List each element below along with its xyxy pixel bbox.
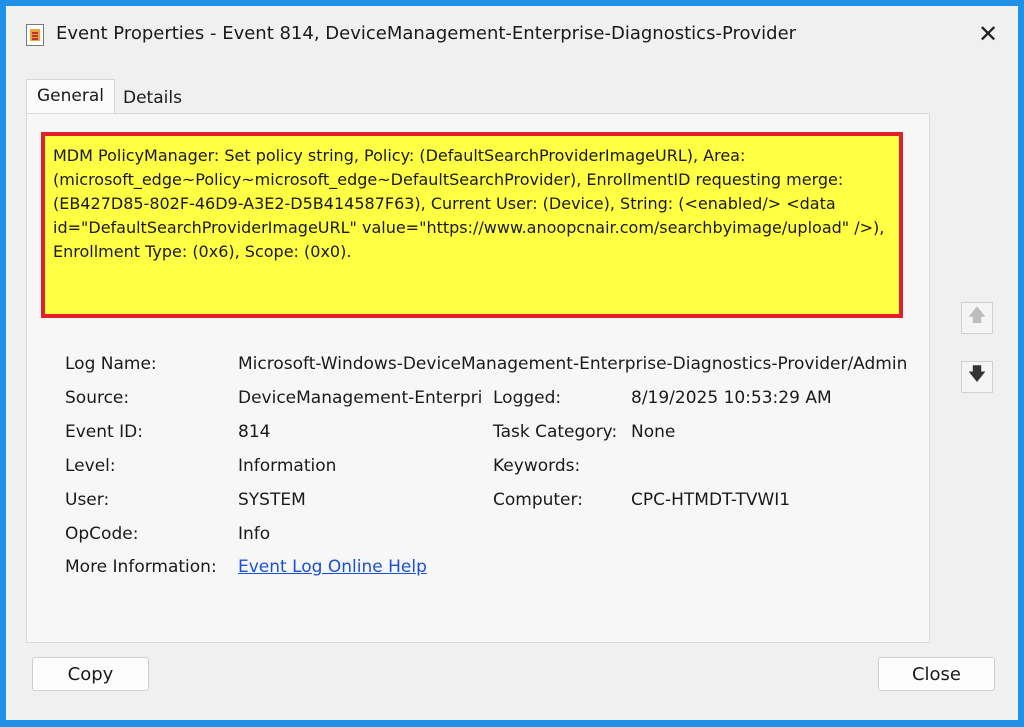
log-name-value: Microsoft-Windows-DeviceManagement-Enter…	[238, 354, 908, 374]
event-id-value: 814	[238, 422, 271, 442]
event-log-online-help-link[interactable]: Event Log Online Help	[238, 557, 427, 577]
task-category-value: None	[631, 422, 676, 442]
task-category-label: Task Category:	[493, 422, 618, 442]
opcode-label: OpCode:	[65, 524, 139, 544]
next-event-arrow-icon[interactable]: 🡇	[961, 361, 993, 393]
user-label: User:	[65, 490, 110, 510]
tab-strip: General Details	[26, 79, 190, 114]
description-box[interactable]: MDM PolicyManager: Set policy string, Po…	[41, 132, 903, 318]
user-value: SYSTEM	[238, 490, 306, 510]
level-value: Information	[238, 456, 337, 476]
level-label: Level:	[65, 456, 116, 476]
source-label: Source:	[65, 388, 130, 408]
copy-button[interactable]: Copy	[32, 657, 149, 691]
close-window-icon[interactable]: ✕	[972, 18, 1004, 50]
computer-label: Computer:	[493, 490, 583, 510]
event-viewer-app-icon	[26, 24, 44, 46]
close-button[interactable]: Close	[878, 657, 995, 691]
title-bar: Event Properties - Event 814, DeviceMana…	[6, 6, 1018, 62]
tab-general[interactable]: General	[26, 79, 115, 114]
more-information-label: More Information:	[65, 557, 217, 577]
opcode-value: Info	[238, 524, 271, 544]
general-panel: MDM PolicyManager: Set policy string, Po…	[26, 113, 930, 643]
source-value: DeviceManagement-Enterpri	[238, 388, 483, 408]
computer-value: CPC-HTMDT-TVWI1	[631, 490, 791, 510]
tab-details[interactable]: Details	[115, 82, 190, 114]
keywords-label: Keywords:	[493, 456, 581, 476]
event-properties-window: Event Properties - Event 814, DeviceMana…	[6, 6, 1018, 720]
logged-value: 8/19/2025 10:53:29 AM	[631, 388, 832, 408]
previous-event-arrow-icon[interactable]: 🡅	[961, 302, 993, 334]
window-title: Event Properties - Event 814, DeviceMana…	[56, 23, 797, 44]
event-id-label: Event ID:	[65, 422, 143, 442]
logged-label: Logged:	[493, 388, 562, 408]
event-description-text: MDM PolicyManager: Set policy string, Po…	[53, 146, 885, 261]
log-name-label: Log Name:	[65, 354, 157, 374]
